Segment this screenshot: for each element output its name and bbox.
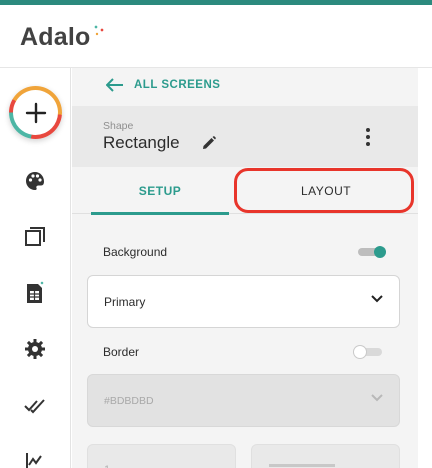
chevron-down-icon (371, 394, 383, 402)
all-screens-label: ALL SCREENS (134, 79, 221, 91)
background-toggle[interactable] (358, 246, 386, 258)
properties-panel: ALL SCREENS Shape Rectangle SETUP LAYOUT… (72, 68, 418, 468)
border-style-preview (269, 464, 335, 467)
component-type-label: Shape (103, 120, 134, 132)
publish-icon[interactable] (22, 392, 48, 418)
all-screens-link[interactable]: ALL SCREENS (106, 78, 220, 92)
analytics-icon[interactable] (22, 448, 48, 468)
logo-text: Adalo (20, 23, 91, 51)
component-header: Shape Rectangle (72, 106, 418, 167)
app-logo[interactable]: Adalo (20, 23, 106, 52)
border-color-value: #BDBDBD (104, 394, 154, 407)
background-color-value: Primary (104, 294, 146, 309)
arrow-left-icon (106, 78, 123, 92)
chevron-down-icon (371, 295, 383, 303)
left-toolbar (0, 68, 71, 468)
add-component-button[interactable] (9, 86, 62, 139)
settings-icon[interactable] (22, 336, 48, 362)
border-color-select[interactable]: #BDBDBD (87, 374, 400, 427)
pencil-icon[interactable] (202, 136, 216, 150)
database-icon[interactable] (22, 280, 48, 306)
border-label: Border (103, 345, 140, 359)
tab-layout[interactable]: LAYOUT (244, 167, 408, 214)
sparkle-icon (94, 25, 104, 35)
tab-bar: SETUP LAYOUT (72, 167, 418, 215)
background-label: Background (103, 245, 168, 259)
palette-icon[interactable] (22, 168, 48, 194)
tab-setup[interactable]: SETUP (91, 167, 229, 215)
border-toggle[interactable] (354, 346, 382, 358)
border-width-value: 1 (104, 464, 110, 468)
background-color-select[interactable]: Primary (87, 275, 400, 328)
component-name: Rectangle (103, 133, 180, 152)
add-icon (13, 90, 58, 135)
more-options-icon[interactable] (361, 126, 375, 148)
top-bar: Adalo (0, 0, 432, 68)
screens-icon[interactable] (22, 224, 48, 250)
